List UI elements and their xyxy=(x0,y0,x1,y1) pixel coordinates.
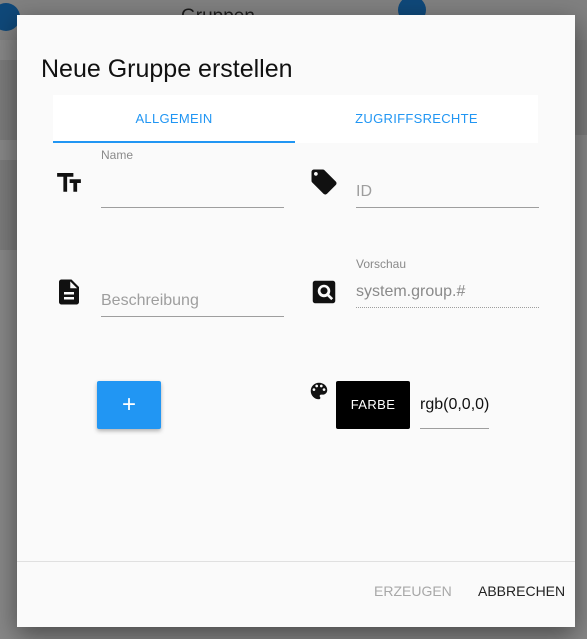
color-picker-button[interactable]: FARBE xyxy=(336,381,410,429)
name-field-label: Name xyxy=(101,148,134,162)
tab-access-rights[interactable]: ZUGRIFFSRECHTE xyxy=(295,95,538,143)
description-input[interactable] xyxy=(101,286,284,317)
id-input[interactable] xyxy=(356,177,539,208)
document-icon xyxy=(54,277,84,307)
dialog-title: Neue Gruppe erstellen xyxy=(41,55,293,83)
tag-icon xyxy=(309,167,339,197)
preview-field-label: Vorschau xyxy=(356,257,407,271)
preview-value: system.group.# xyxy=(356,277,539,308)
cancel-button[interactable]: ABBRECHEN xyxy=(478,577,565,605)
add-button[interactable]: + xyxy=(97,381,161,429)
color-value-field[interactable]: rgb(0,0,0) xyxy=(420,390,489,429)
dialog-tabs: ALLGEMEIN ZUGRIFFSRECHTE xyxy=(53,95,538,143)
search-preview-icon xyxy=(309,277,339,307)
name-input[interactable] xyxy=(101,177,284,208)
palette-icon xyxy=(308,380,330,402)
footer-divider xyxy=(17,561,575,562)
new-group-dialog: Neue Gruppe erstellen ALLGEMEIN ZUGRIFFS… xyxy=(17,15,575,627)
text-format-icon xyxy=(54,168,84,198)
create-button[interactable]: ERZEUGEN xyxy=(374,577,452,605)
tab-general[interactable]: ALLGEMEIN xyxy=(53,95,295,143)
